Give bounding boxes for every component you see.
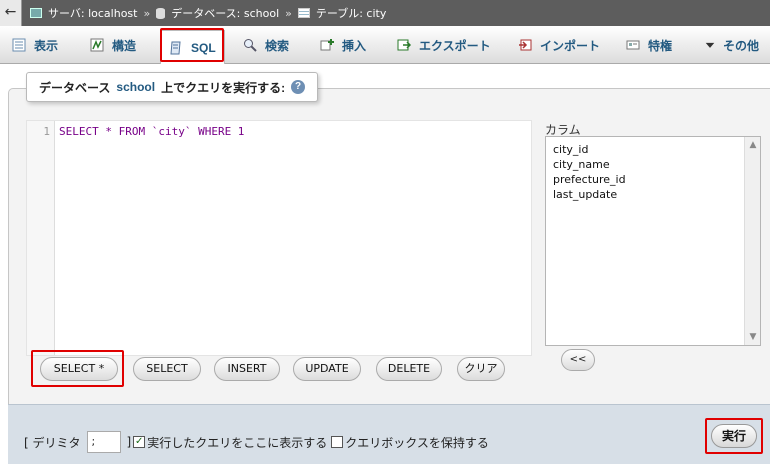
back-arrow-icon[interactable]: ← (0, 0, 22, 26)
tab-label: その他 (723, 38, 760, 53)
column-item[interactable]: city_id (546, 142, 760, 157)
clear-button[interactable]: クリア (457, 357, 505, 381)
import-icon (519, 39, 532, 51)
tab-structure[interactable]: 構造 (90, 30, 136, 60)
sql-editor[interactable]: 1 SELECT * FROM `city` WHERE 1 (26, 120, 532, 356)
help-icon[interactable]: ? (291, 80, 306, 94)
breadcrumb-table[interactable]: テーブル: city (316, 5, 386, 21)
columns-scrollbar[interactable]: ▲ ▼ (744, 137, 760, 345)
structure-icon (90, 38, 104, 52)
tab-label: SQL (191, 40, 216, 55)
column-item[interactable]: last_update (546, 187, 760, 202)
tab-browse[interactable]: 表示 (12, 30, 58, 60)
query-legend: データベース school 上でクエリを実行する: ? (26, 72, 319, 102)
tab-insert[interactable]: 挿入 (320, 30, 366, 60)
breadcrumb-bar: ← サーバ: localhost » データベース: school » テーブル… (0, 0, 770, 26)
tab-label: エクスポート (419, 38, 491, 53)
tab-label: 特権 (648, 38, 673, 53)
scroll-up-icon[interactable]: ▲ (746, 138, 760, 152)
tab-label: 構造 (112, 38, 137, 53)
go-button[interactable]: 実行 (711, 424, 757, 448)
update-button[interactable]: UPDATE (293, 357, 361, 381)
breadcrumb-separator: » (285, 6, 292, 20)
tab-more[interactable]: その他 (705, 30, 759, 60)
tab-export[interactable]: エクスポート (397, 30, 491, 60)
retain-box-checkbox[interactable]: ✓ (331, 436, 344, 448)
breadcrumb-separator: » (143, 6, 151, 20)
select-star-button[interactable]: SELECT * (40, 357, 118, 381)
line-number: 1 (43, 125, 50, 138)
select-button[interactable]: SELECT (133, 357, 201, 381)
line-gutter: 1 (27, 121, 55, 355)
tab-label: 検索 (265, 38, 290, 53)
privileges-icon (626, 40, 640, 50)
database-icon (156, 7, 166, 19)
column-item[interactable]: city_name (546, 157, 760, 172)
tab-label: インポート (540, 38, 601, 53)
insert-icon (320, 39, 334, 51)
query-options: [ デリミタ ; ] ✓ 実行したクエリをここに表示する ✓ クエリボックスを保… (24, 430, 489, 454)
columns-list[interactable]: city_id city_name prefecture_id last_upd… (545, 136, 761, 346)
tab-sql[interactable]: SQL (160, 30, 225, 64)
retain-box-label[interactable]: クエリボックスを保持する (345, 434, 489, 451)
delimiter-label-open: [ デリミタ (24, 435, 81, 450)
sql-query-text[interactable]: SELECT * FROM `city` WHERE 1 (59, 125, 244, 138)
server-icon (30, 8, 42, 18)
breadcrumb: サーバ: localhost » データベース: school » テーブル: … (30, 0, 386, 26)
show-query-label[interactable]: 実行したクエリをここに表示する (147, 434, 327, 451)
breadcrumb-server[interactable]: サーバ: localhost (48, 5, 137, 21)
breadcrumb-database[interactable]: データベース: school (171, 5, 279, 21)
tab-bar: 表示 構造 SQL 検索 挿入 エクスポート インポート 特権 その他 (0, 26, 770, 64)
delimiter-input[interactable]: ; (86, 431, 121, 453)
delete-button[interactable]: DELETE (376, 357, 442, 381)
tab-search[interactable]: 検索 (243, 30, 289, 60)
table-icon (297, 8, 310, 18)
tab-import[interactable]: インポート (518, 30, 600, 60)
browse-icon (12, 38, 26, 52)
delimiter-label-close: ] (126, 435, 132, 449)
sql-icon (170, 41, 181, 54)
column-item[interactable]: prefecture_id (546, 172, 760, 187)
legend-database: school (116, 80, 156, 94)
insert-button[interactable]: INSERT (214, 357, 280, 381)
tab-label: 挿入 (342, 38, 367, 53)
legend-suffix: 上でクエリを実行する: (161, 80, 286, 95)
chevron-down-icon (705, 42, 715, 48)
legend-prefix: データベース (39, 80, 111, 95)
tab-privileges[interactable]: 特権 (626, 30, 672, 60)
tab-label: 表示 (34, 38, 59, 53)
insert-column-button[interactable]: << (561, 349, 595, 371)
show-query-checkbox[interactable]: ✓ (133, 436, 146, 448)
scroll-down-icon[interactable]: ▼ (746, 330, 760, 344)
export-icon (397, 39, 411, 51)
search-icon (244, 39, 257, 52)
